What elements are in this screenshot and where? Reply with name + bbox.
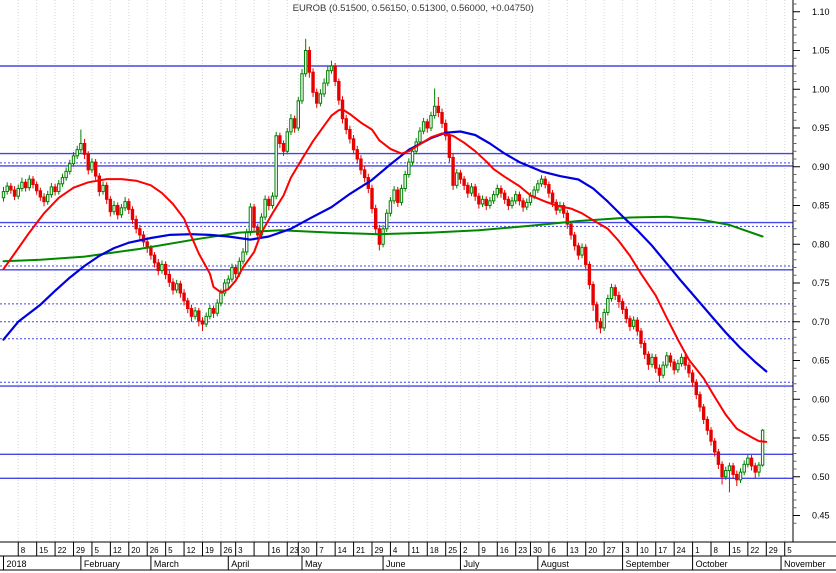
y-axis-label: 0.50 bbox=[812, 472, 830, 482]
x-axis-day-label: 18 bbox=[430, 546, 439, 555]
x-axis-day-label: 23 bbox=[518, 546, 527, 555]
y-axis-label: 0.95 bbox=[812, 123, 830, 133]
x-axis-day-label: 17 bbox=[658, 546, 667, 555]
x-axis-month-label: September bbox=[626, 559, 670, 569]
x-axis-day-label: 16 bbox=[500, 546, 509, 555]
y-axis-label: 0.75 bbox=[812, 278, 830, 288]
x-axis-day-label: 20 bbox=[131, 546, 140, 555]
chart-window: EUROB (0.51500, 0.56150, 0.51300, 0.5600… bbox=[0, 0, 836, 573]
x-axis-month-label: July bbox=[463, 559, 480, 569]
x-axis: 8 15 22 29 5 12 20 26 5 12 19 26 3 16 23 30 7 14 21 29 4 11 18… bbox=[0, 541, 836, 571]
y-axis-label: 0.85 bbox=[812, 201, 830, 211]
x-axis-day-label: 7 bbox=[319, 546, 324, 555]
x-axis-day-label: 12 bbox=[113, 546, 122, 555]
x-axis-day-label: 24 bbox=[677, 546, 686, 555]
x-axis-month-label: 2018 bbox=[7, 559, 27, 569]
x-axis-day-label: 5 bbox=[168, 546, 173, 555]
y-axis-label: 0.55 bbox=[812, 433, 830, 443]
x-axis-day-label: 1 bbox=[695, 546, 700, 555]
y-axis-label: 0.65 bbox=[812, 356, 830, 366]
x-axis-day-label: 8 bbox=[714, 546, 719, 555]
y-axis-label: 0.80 bbox=[812, 239, 830, 249]
x-axis-day-label: 9 bbox=[481, 546, 486, 555]
x-axis-day-label: 15 bbox=[39, 546, 48, 555]
ma-fast-red bbox=[2, 108, 768, 443]
grid-layer bbox=[17, 0, 786, 542]
y-axis-label: 0.90 bbox=[812, 162, 830, 172]
x-axis-day-label: 26 bbox=[150, 546, 159, 555]
x-axis-day-label: 22 bbox=[58, 546, 67, 555]
x-axis-day-label: 5 bbox=[94, 546, 99, 555]
x-axis-day-label: 19 bbox=[205, 546, 214, 555]
x-axis-day-label: 30 bbox=[533, 546, 542, 555]
x-axis-month-label: August bbox=[541, 559, 570, 569]
x-axis-day-label: 26 bbox=[223, 546, 232, 555]
x-axis-day-label: 4 bbox=[393, 546, 398, 555]
x-axis-day-label: 10 bbox=[640, 546, 649, 555]
y-axis-label: 0.70 bbox=[812, 317, 830, 327]
x-axis-month-label: April bbox=[231, 559, 249, 569]
x-axis-day-label: 29 bbox=[76, 546, 85, 555]
x-axis-month-label: October bbox=[696, 559, 728, 569]
x-axis-day-label: 12 bbox=[187, 546, 196, 555]
price-chart[interactable]: 1.10 1.05 1.00 0.95 0.90 0.85 0.80 0.75 0.70 0.65… bbox=[0, 0, 836, 573]
y-axis-label: 1.05 bbox=[812, 46, 830, 56]
x-axis-day-label: 5 bbox=[787, 546, 792, 555]
x-axis-day-label: 21 bbox=[356, 546, 365, 555]
x-axis-day-label: 3 bbox=[238, 546, 243, 555]
x-axis-day-label: 6 bbox=[551, 546, 556, 555]
x-axis-month-label: June bbox=[386, 559, 406, 569]
y-axis: 1.10 1.05 1.00 0.95 0.90 0.85 0.80 0.75 0.70 0.65… bbox=[792, 0, 830, 542]
x-axis-day-label: 8 bbox=[21, 546, 26, 555]
x-axis-day-label: 29 bbox=[375, 546, 384, 555]
y-axis-label: 1.10 bbox=[812, 7, 830, 17]
x-axis-day-label: 30 bbox=[301, 546, 310, 555]
x-axis-day-label: 22 bbox=[750, 546, 759, 555]
ma-fast-red-layer bbox=[2, 108, 768, 443]
x-axis-day-label: 15 bbox=[732, 546, 741, 555]
x-axis-day-label: 14 bbox=[338, 546, 347, 555]
x-axis-day-label: 16 bbox=[271, 546, 280, 555]
x-axis-day-label: 11 bbox=[411, 546, 420, 555]
y-axis-label: 1.00 bbox=[812, 84, 830, 94]
y-axis-label: 0.45 bbox=[812, 511, 830, 521]
x-axis-day-label: 20 bbox=[588, 546, 597, 555]
x-axis-day-label: 29 bbox=[769, 546, 778, 555]
x-axis-day-label: 27 bbox=[607, 546, 616, 555]
x-axis-day-label: 3 bbox=[625, 546, 630, 555]
x-axis-month-label: March bbox=[154, 559, 179, 569]
chart-title: EUROB (0.51500, 0.56150, 0.51300, 0.5600… bbox=[292, 3, 534, 14]
x-axis-month-label: February bbox=[84, 559, 121, 569]
x-axis-month-label: May bbox=[305, 559, 323, 569]
x-axis-month-label: November bbox=[784, 559, 826, 569]
y-axis-label: 0.60 bbox=[812, 394, 830, 404]
x-axis-day-label: 13 bbox=[570, 546, 579, 555]
x-axis-day-label: 23 bbox=[290, 546, 299, 555]
x-axis-day-label: 25 bbox=[448, 546, 457, 555]
x-axis-day-label: 2 bbox=[463, 546, 468, 555]
